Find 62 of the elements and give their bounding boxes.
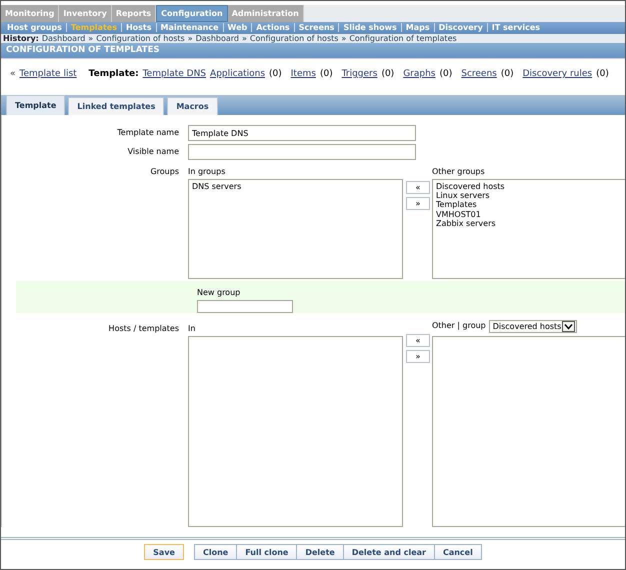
- list-item[interactable]: Discovered hosts: [436, 182, 625, 192]
- list-box[interactable]: DNS servers: [188, 179, 403, 279]
- form-button[interactable]: Save: [144, 544, 184, 560]
- nav-link[interactable]: Discovery rules: [522, 69, 592, 79]
- breadcrumb-link[interactable]: Configuration of hosts: [96, 34, 185, 43]
- list-box[interactable]: Discovered hosts Linux servers Templates VMHOST01 Zabbix servers: [432, 179, 625, 279]
- form-button[interactable]: Clone: [194, 544, 238, 560]
- move-right-button[interactable]: »: [406, 197, 430, 210]
- nav-link[interactable]: Graphs: [403, 69, 436, 79]
- page-title: CONFIGURATION OF TEMPLATES: [1, 43, 625, 58]
- group-dropdown[interactable]: Discovered hosts: [488, 320, 578, 332]
- list-item[interactable]: Linux servers: [436, 191, 625, 200]
- breadcrumb-separator: »: [341, 34, 346, 43]
- count-label: (0): [439, 69, 452, 79]
- input-field[interactable]: [188, 144, 416, 160]
- field-label: Visible name: [126, 146, 180, 158]
- move-right-button[interactable]: »: [406, 350, 430, 363]
- list-label: Other | group: [432, 320, 486, 332]
- count-label: (0): [320, 69, 333, 79]
- list-label: In groups: [188, 166, 226, 178]
- breadcrumb-link[interactable]: Dashboard: [196, 34, 240, 43]
- count-label: (0): [596, 69, 609, 79]
- list-item[interactable]: Templates: [436, 200, 625, 210]
- form-button[interactable]: Full clone: [237, 544, 298, 560]
- move-left-button[interactable]: «: [406, 334, 430, 347]
- nav-link[interactable]: Items: [290, 69, 316, 79]
- list-item[interactable]: Zabbix servers: [436, 218, 625, 228]
- breadcrumb-link[interactable]: Dashboard: [42, 34, 86, 43]
- field-label: Hosts / templates: [108, 323, 180, 335]
- tab[interactable]: Linked templates: [68, 97, 164, 115]
- tab[interactable]: Template: [6, 95, 66, 115]
- input-field[interactable]: Template DNS: [188, 125, 416, 141]
- template-list-link[interactable]: Template list: [20, 69, 77, 79]
- move-left-button[interactable]: «: [406, 181, 430, 194]
- history-label: History:: [3, 34, 39, 43]
- list-label: In: [188, 323, 196, 335]
- form-button[interactable]: Delete and clear: [344, 544, 435, 560]
- list-item[interactable]: VMHOST01: [436, 210, 625, 219]
- form-button[interactable]: Delete: [297, 544, 344, 560]
- nav-link[interactable]: Screens: [461, 69, 497, 79]
- breadcrumb-separator: »: [188, 34, 193, 43]
- breadcrumb-link[interactable]: Configuration of hosts: [250, 34, 338, 43]
- template-label: Template:: [88, 69, 139, 79]
- input-field[interactable]: [197, 300, 293, 313]
- field-label: Template name: [116, 127, 180, 139]
- count-label: (0): [500, 69, 514, 79]
- back-mark: «: [10, 69, 16, 79]
- field-label: Groups: [149, 166, 180, 178]
- tab[interactable]: Macros: [167, 97, 218, 115]
- field-label: New group: [197, 287, 240, 299]
- breadcrumb-separator: »: [88, 34, 94, 43]
- nav-link[interactable]: Applications: [210, 69, 266, 79]
- caret-icon: [562, 320, 576, 332]
- breadcrumb-separator: »: [242, 34, 247, 43]
- form-button[interactable]: Cancel: [434, 544, 482, 560]
- list-item[interactable]: DNS servers: [192, 182, 399, 192]
- breadcrumb-link[interactable]: Configuration of templates: [349, 34, 457, 43]
- list-label: Other groups: [432, 166, 486, 178]
- count-label: (0): [269, 69, 282, 79]
- count-label: (0): [381, 69, 394, 79]
- nav-link[interactable]: Triggers: [342, 69, 378, 79]
- template-link[interactable]: Template DNS: [142, 69, 206, 79]
